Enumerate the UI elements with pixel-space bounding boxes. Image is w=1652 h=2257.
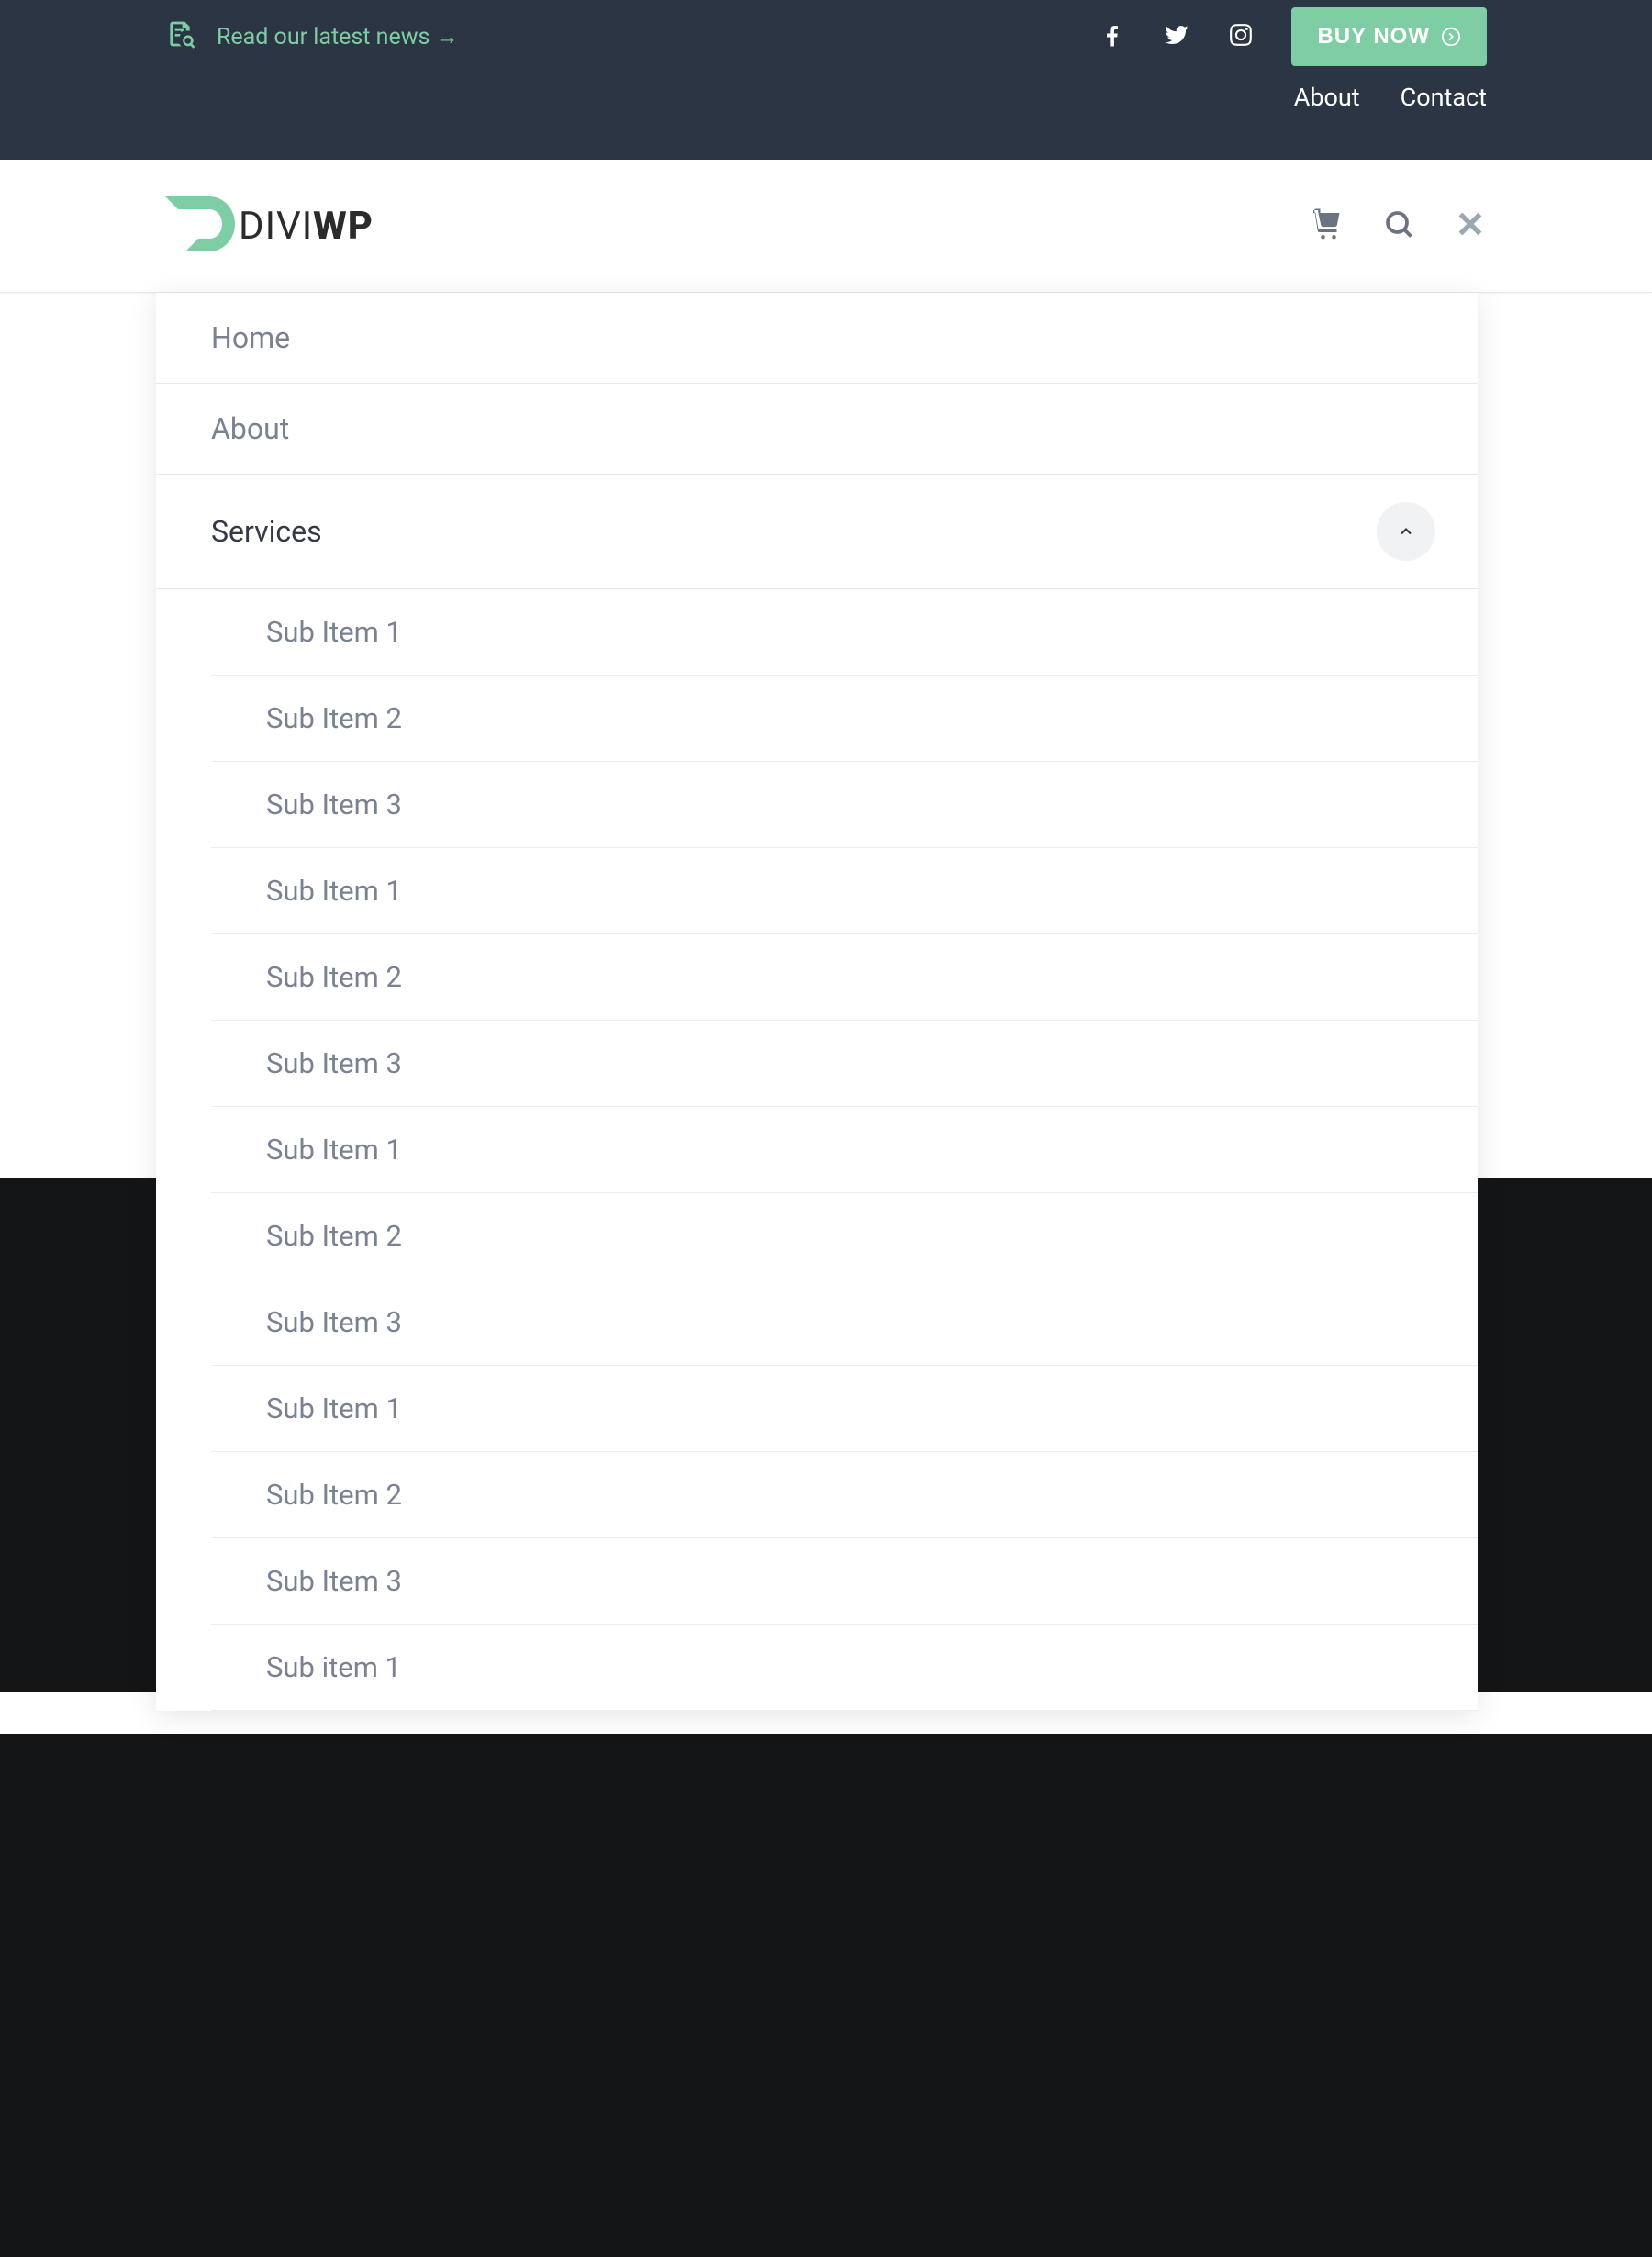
secondary-nav: About Contact — [147, 73, 1505, 140]
submenu-item[interactable]: Sub Item 2 — [211, 1452, 1478, 1538]
submenu-item[interactable]: Sub Item 1 — [211, 1107, 1478, 1193]
menu-item-home[interactable]: Home — [156, 293, 1478, 384]
buy-now-button[interactable]: BUY NOW — [1291, 7, 1487, 66]
submenu-item[interactable]: Sub Item 1 — [211, 1366, 1478, 1452]
submenu-item[interactable]: Sub Item 1 — [211, 589, 1478, 676]
search-icon[interactable] — [1382, 207, 1415, 244]
collapse-toggle[interactable] — [1377, 502, 1435, 561]
submenu-item[interactable]: Sub Item 2 — [211, 676, 1478, 762]
chevron-up-icon — [1397, 522, 1415, 541]
submenu-item[interactable]: Sub item 1 — [211, 1625, 1478, 1711]
news-link-text: Read our latest news → — [217, 24, 459, 50]
twitter-icon[interactable] — [1163, 21, 1190, 52]
top-bar: Read our latest news → BUY NOW About Co — [0, 0, 1652, 160]
submenu-item[interactable]: Sub Item 3 — [211, 1279, 1478, 1366]
cart-icon[interactable] — [1311, 207, 1344, 244]
menu-item-services[interactable]: Services — [156, 475, 1478, 589]
dark-background-strip — [0, 1734, 1652, 2257]
nav-contact[interactable]: Contact — [1401, 83, 1487, 112]
facebook-icon[interactable] — [1099, 21, 1126, 52]
news-link[interactable]: Read our latest news → — [165, 19, 459, 55]
buy-now-label: BUY NOW — [1317, 24, 1430, 50]
mobile-menu-panel: Home About Services Sub Item 1Sub Item 2… — [156, 293, 1478, 1711]
submenu-item[interactable]: Sub Item 3 — [211, 1021, 1478, 1107]
submenu-item[interactable]: Sub Item 2 — [211, 934, 1478, 1021]
header-bar: DIVIWP — [0, 160, 1652, 293]
menu-item-about[interactable]: About — [156, 384, 1478, 475]
instagram-icon[interactable] — [1227, 21, 1255, 52]
services-submenu: Sub Item 1Sub Item 2Sub Item 3Sub Item 1… — [156, 589, 1478, 1711]
menu-item-label: Services — [211, 514, 322, 549]
submenu-item[interactable]: Sub Item 2 — [211, 1193, 1478, 1279]
submenu-item[interactable]: Sub Item 3 — [211, 1538, 1478, 1625]
submenu-item[interactable]: Sub Item 3 — [211, 762, 1478, 848]
logo[interactable]: DIVIWP — [165, 196, 374, 255]
submenu-item[interactable]: Sub Item 1 — [211, 848, 1478, 934]
logo-mark-icon — [165, 196, 237, 255]
nav-about[interactable]: About — [1294, 83, 1360, 112]
logo-text: DIVIWP — [239, 204, 374, 249]
document-search-icon — [165, 19, 195, 55]
chevron-right-circle-icon — [1441, 27, 1461, 47]
close-icon[interactable] — [1454, 207, 1487, 244]
